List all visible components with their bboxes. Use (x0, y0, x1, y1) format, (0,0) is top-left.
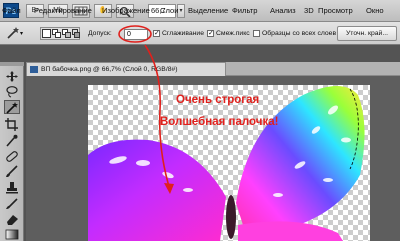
menu-item[interactable]: Слои (160, 6, 178, 15)
menu-item[interactable]: Выделение (188, 6, 228, 15)
menu-item[interactable]: Редактирование (34, 6, 92, 15)
menu-item[interactable]: Окно (366, 6, 384, 15)
annotation-line-1: Очень строгая (176, 94, 260, 106)
menu-item[interactable]: Просмотр (318, 6, 353, 15)
menu-item[interactable]: Файл (2, 6, 21, 15)
menu-item[interactable]: Фильтр (232, 6, 258, 15)
menu-item[interactable]: Изображение (102, 6, 150, 15)
menu-item[interactable]: 3D (304, 6, 314, 15)
annotation-line-2: Волшебная палочка! (160, 116, 279, 128)
menu-item[interactable]: Анализ (270, 6, 296, 15)
menu-labels-visible: Файл Редактирование Изображение Слои Выделен… (0, 0, 400, 22)
